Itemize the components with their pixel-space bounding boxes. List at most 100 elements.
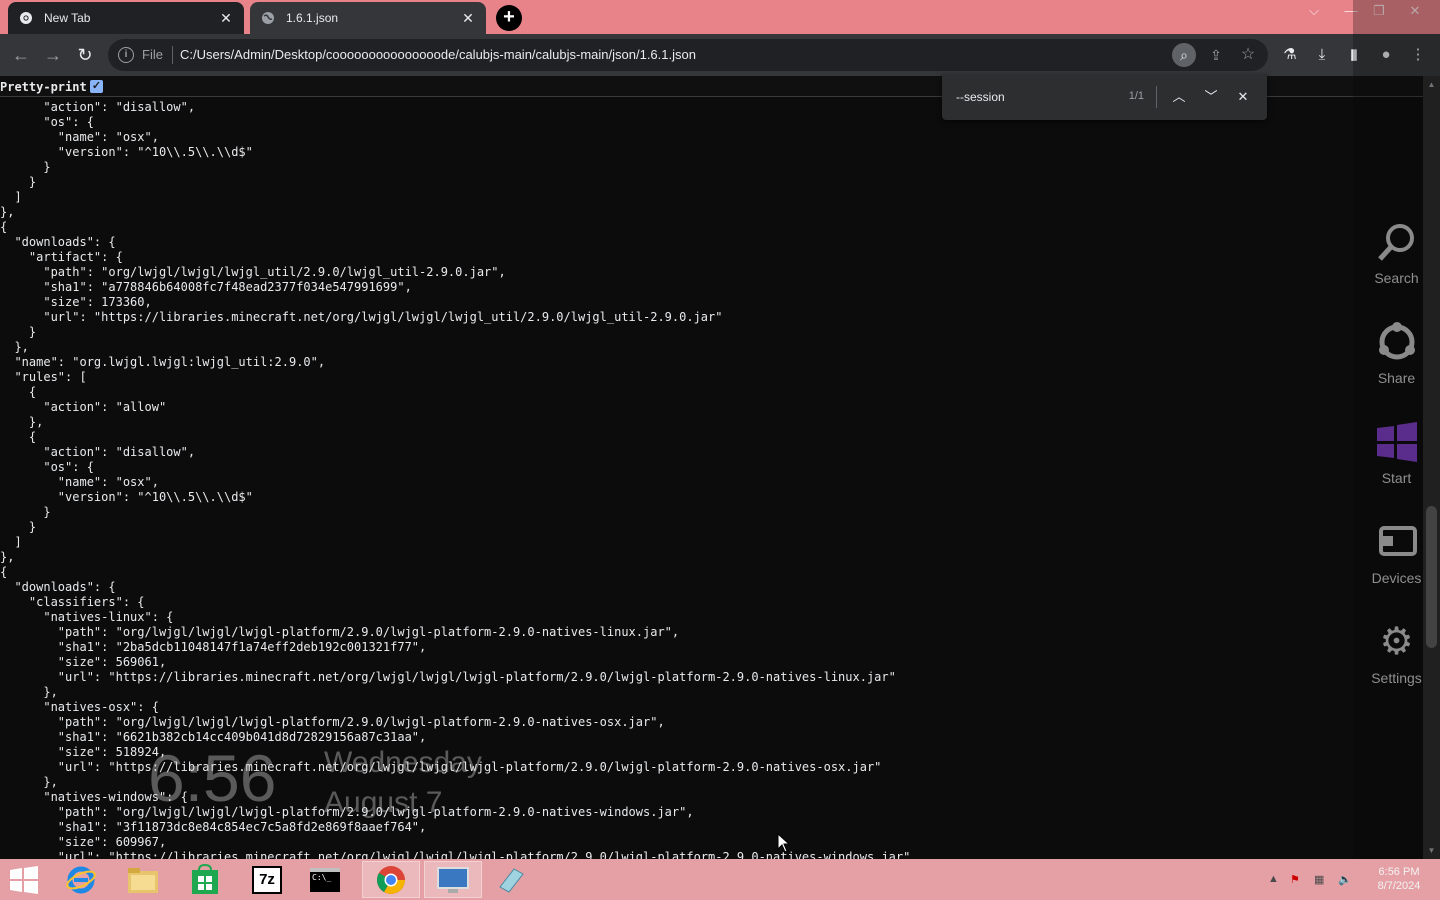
chrome-icon <box>377 865 405 894</box>
charm-settings[interactable]: ⚙ Settings <box>1353 614 1440 700</box>
json-line: } <box>0 175 37 189</box>
json-line: "os": { <box>0 115 94 129</box>
taskbar-remote-desktop[interactable] <box>424 861 482 898</box>
json-line: "natives-linux": { <box>0 610 174 624</box>
json-line: "path": "org/lwjgl/lwjgl/lwjgl-platform/… <box>0 625 680 639</box>
seven-zip-icon: 7z <box>252 865 282 894</box>
taskbar-store[interactable] <box>176 861 234 898</box>
url-text[interactable]: C:/Users/Admin/Desktop/coooooooooooooood… <box>180 47 696 62</box>
file-explorer-icon <box>128 867 158 893</box>
search-icon <box>1375 220 1419 264</box>
json-line: "url": "https://libraries.minecraft.net/… <box>0 670 896 684</box>
json-line: "url": "https://libraries.minecraft.net/… <box>0 310 723 324</box>
gear-icon: ⚙ <box>1379 621 1414 663</box>
json-line: "sha1": "3f11873dc8e84c854ec7c5a8fd2e869… <box>0 820 427 834</box>
json-line: "action": "disallow", <box>0 445 196 459</box>
json-line: } <box>0 520 37 534</box>
json-line: "name": "osx", <box>0 475 159 489</box>
charm-label: Devices <box>1371 570 1422 586</box>
share-icon <box>1375 320 1419 364</box>
find-previous-chevron-up-icon[interactable]: ︿ <box>1168 86 1190 108</box>
back-arrow-icon[interactable]: ← <box>10 44 32 66</box>
json-line: "sha1": "a778846b64008fc7f48ead2377f034e… <box>0 280 412 294</box>
json-line: ] <box>0 535 22 549</box>
browser-toolbar: ← → ↻ i File C:/Users/Admin/Desktop/cooo… <box>0 34 1440 76</box>
divider <box>1156 86 1157 108</box>
json-line: "name": "osx", <box>0 130 159 144</box>
json-line: } <box>0 325 37 339</box>
json-viewer: Pretty-print ✓ "action": "disallow", "os… <box>0 76 1423 859</box>
json-line: { <box>0 430 37 444</box>
taskbar: 7z C:\_ ▲ ⚑ ▦ 🔈 6:56 PM 8/7/2024 <box>0 859 1440 900</box>
charm-devices[interactable]: Devices <box>1353 514 1440 600</box>
globe-icon <box>260 10 276 26</box>
charm-share[interactable]: Share <box>1353 314 1440 400</box>
taskbar-file-explorer[interactable] <box>114 861 172 898</box>
json-line: "name": "org.lwjgl.lwjgl:lwjgl_util:2.9.… <box>0 355 326 369</box>
action-center-flag-icon[interactable]: ⚑ <box>1290 873 1300 886</box>
info-icon[interactable]: i <box>118 47 134 63</box>
find-next-chevron-down-icon[interactable]: ﹀ <box>1200 86 1222 108</box>
internet-explorer-icon <box>66 866 96 893</box>
devices-icon <box>1375 520 1419 564</box>
json-line: { <box>0 220 8 234</box>
find-in-page-icon[interactable]: ⌕ <box>1172 43 1196 67</box>
address-bar[interactable]: i File C:/Users/Admin/Desktop/cooooooooo… <box>108 39 1268 71</box>
json-line: "size": 609967, <box>0 835 167 849</box>
find-input[interactable] <box>956 88 1106 106</box>
share-icon[interactable]: ⇪ <box>1204 43 1228 67</box>
json-text: "action": "disallow", "os": { "name": "o… <box>0 100 1423 859</box>
extension-flask-icon[interactable]: ⚗ <box>1279 44 1301 66</box>
json-line: "artifact": { <box>0 250 123 264</box>
json-line: }, <box>0 550 15 564</box>
pretty-print-label: Pretty-print <box>0 80 87 94</box>
download-icon[interactable]: ⤓ <box>1311 44 1333 66</box>
system-clock[interactable]: 6:56 PM 8/7/2024 <box>1372 865 1426 893</box>
network-icon[interactable]: ▦ <box>1314 873 1324 886</box>
json-line: "natives-osx": { <box>0 700 159 714</box>
tab-search-chevron-icon[interactable]: ⌵ <box>1304 0 1324 22</box>
json-line: "action": "disallow", <box>0 100 196 114</box>
taskbar-7zip[interactable]: 7z <box>238 861 296 898</box>
show-hidden-icons-chevron-icon[interactable]: ▲ <box>1268 873 1279 885</box>
notepad-icon <box>499 867 524 893</box>
tab-strip: New Tab ✕ 1.6.1.json ✕ + ⌵ — ❐ ✕ <box>0 0 1440 34</box>
charm-start[interactable]: Start <box>1353 414 1440 500</box>
new-tab-button[interactable]: + <box>496 5 522 31</box>
tab-title: New Tab <box>44 11 91 25</box>
tab-new-tab[interactable]: New Tab ✕ <box>8 2 244 34</box>
bookmark-star-icon[interactable]: ☆ <box>1236 43 1260 67</box>
taskbar-internet-explorer[interactable] <box>52 861 110 898</box>
json-line: "downloads": { <box>0 580 116 594</box>
json-line: "version": "^10\\.5\\.\\d$" <box>0 490 253 504</box>
tab-json-file[interactable]: 1.6.1.json ✕ <box>250 2 486 34</box>
json-line: "url": "https://libraries.minecraft.net/… <box>0 850 911 859</box>
charms-bar: Search Share Start Devices ⚙ Settings <box>1353 0 1440 900</box>
volume-muted-icon[interactable]: 🔈 <box>1338 873 1352 886</box>
find-match-count: 1/1 <box>1128 90 1144 102</box>
json-line: { <box>0 385 37 399</box>
json-line: "rules": [ <box>0 370 87 384</box>
reload-icon[interactable]: ↻ <box>74 44 96 66</box>
charm-label: Search <box>1374 270 1419 286</box>
json-line: { <box>0 565 8 579</box>
json-line: "size": 173360, <box>0 295 152 309</box>
charm-label: Settings <box>1371 670 1422 686</box>
start-button[interactable] <box>8 865 40 895</box>
close-tab-icon[interactable]: ✕ <box>218 10 234 27</box>
find-close-icon[interactable]: ✕ <box>1232 86 1254 108</box>
taskbar-notepad[interactable] <box>482 861 540 898</box>
screen: New Tab ✕ 1.6.1.json ✕ + ⌵ — ❐ ✕ ← → ↻ i… <box>0 0 1440 900</box>
pretty-print-checkbox[interactable]: ✓ <box>90 80 103 93</box>
charm-search[interactable]: Search <box>1353 214 1440 300</box>
scheme-label: File <box>142 47 163 62</box>
forward-arrow-icon[interactable]: → <box>42 44 64 66</box>
json-line: "path": "org/lwjgl/lwjgl/lwjgl-platform/… <box>0 715 665 729</box>
divider <box>172 46 173 64</box>
json-line: "sha1": "6621b382cb14cc409b041d8d7282915… <box>0 730 427 744</box>
taskbar-chrome[interactable] <box>362 861 420 898</box>
taskbar-command-prompt[interactable]: C:\_ <box>296 861 354 898</box>
windows-logo-icon <box>1375 420 1419 464</box>
close-tab-icon[interactable]: ✕ <box>460 10 476 27</box>
json-line: }, <box>0 685 58 699</box>
